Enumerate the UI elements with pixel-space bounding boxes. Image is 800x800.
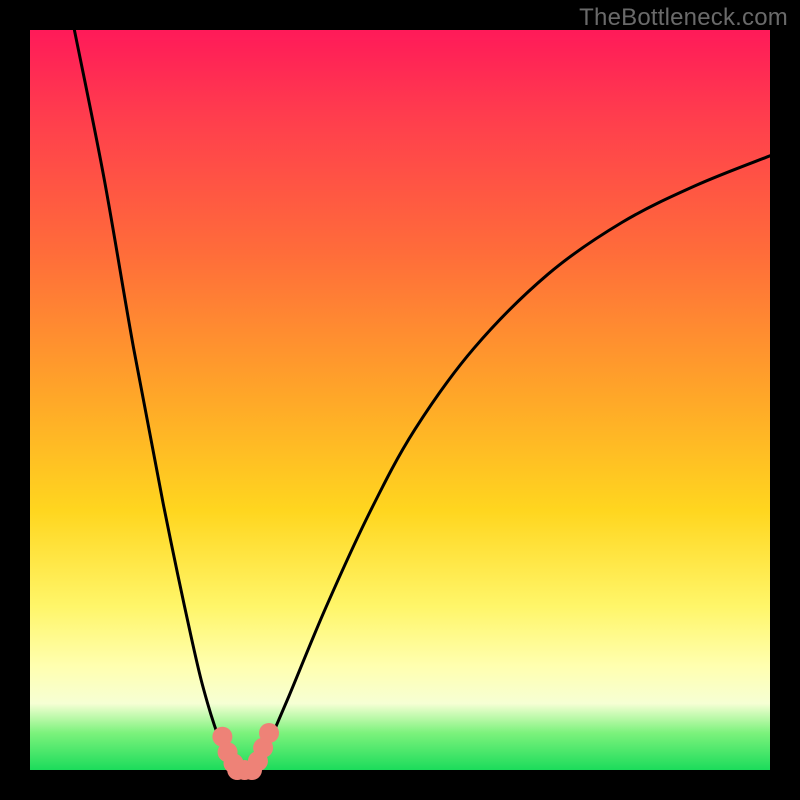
bottleneck-curve — [74, 30, 770, 771]
marker-dot — [259, 723, 279, 743]
curve-svg — [30, 30, 770, 770]
marker-dots — [212, 723, 279, 780]
plot-area — [30, 30, 770, 770]
outer-frame: TheBottleneck.com — [0, 0, 800, 800]
watermark-text: TheBottleneck.com — [579, 4, 788, 32]
